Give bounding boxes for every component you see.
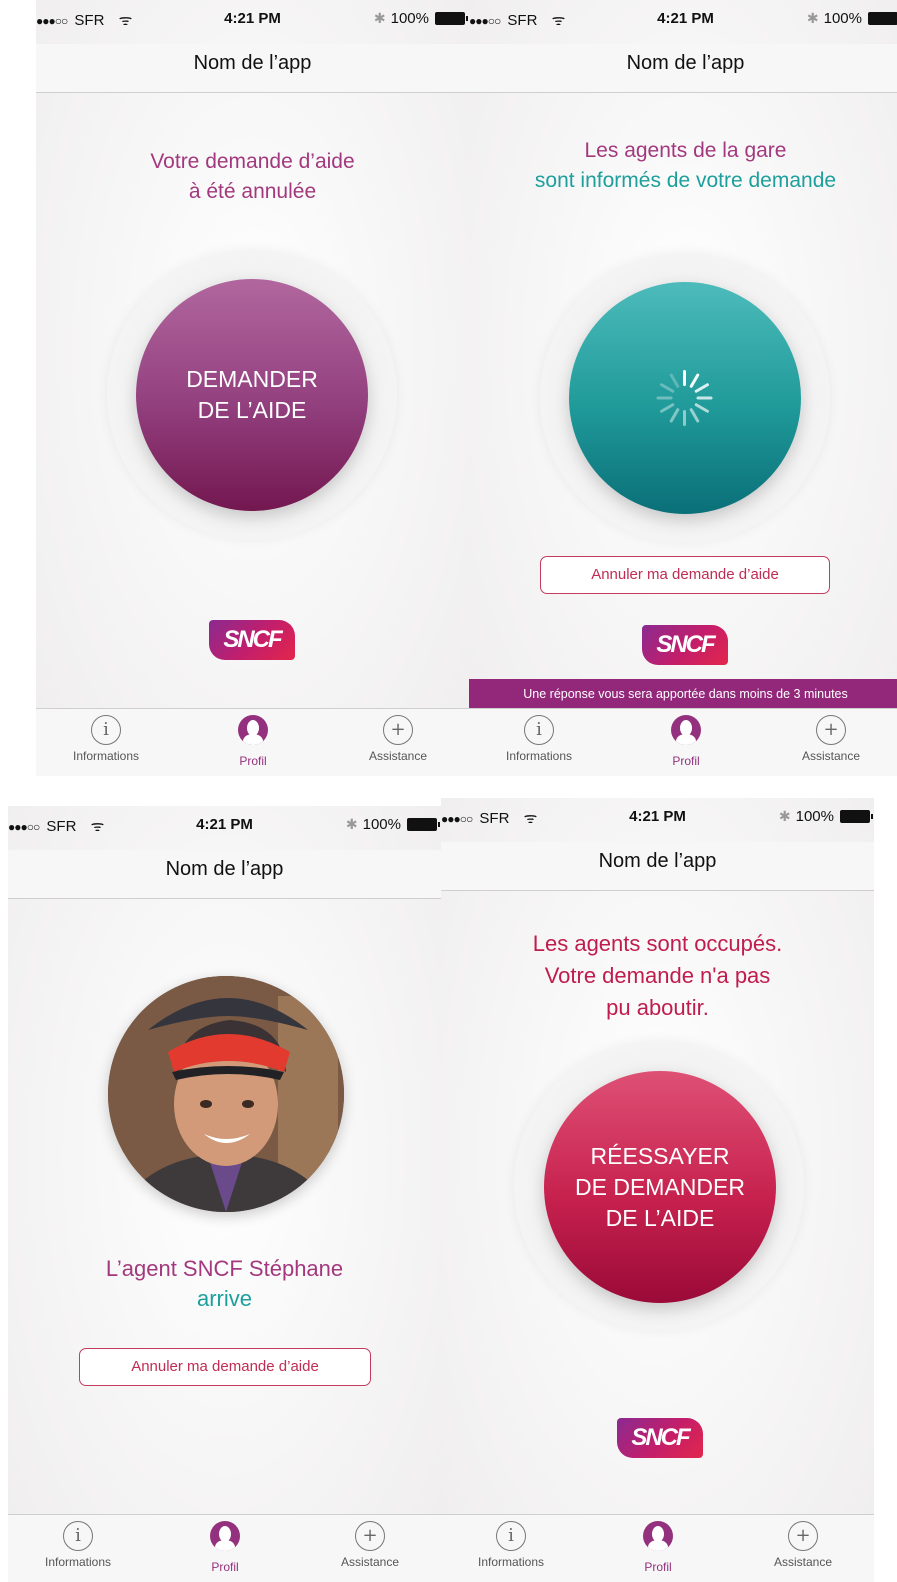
page-title: Nom de l’app [626,52,745,74]
sncf-logo: SNCF [617,1418,703,1458]
status-bar: ●●●○○ SFR ᯤ 4:21 PM ✱ 100% [36,0,469,44]
cancel-request-button[interactable]: Annuler ma demande d’aide [540,556,830,594]
battery-icon [407,818,440,831]
battery-percent: 100% [390,10,429,27]
status-message: Votre demande d’aide à été annulée [150,150,355,203]
nav-bar: Nom de l’app [469,44,897,93]
info-banner: Une réponse vous sera apportée dans moin… [469,679,897,709]
agent-portrait-icon [108,976,344,1212]
nav-bar: Nom de l’app [8,850,441,899]
profile-icon [210,1521,240,1551]
sncf-logo: SNCF [642,625,728,665]
screen-agent-arriving: ●●●○○ SFR ᯤ 4:21 PM ✱ 100% Nom de l’app [8,806,441,1582]
agent-photo [108,976,344,1212]
info-icon: i [524,715,554,745]
tab-assistance[interactable]: + Assistance [771,715,891,763]
page-title: Nom de l’app [165,858,284,880]
status-bar: ●●●○○ SFR ᯤ 4:21 PM ✱ 100% [441,798,874,842]
bluetooth-icon: ✱ [345,816,358,832]
tab-bar: i Informations Profil + Assistance [469,708,897,776]
bluetooth-icon: ✱ [806,10,819,26]
info-icon: i [63,1521,93,1551]
tab-informations[interactable]: i Informations [479,715,599,763]
page-title: Nom de l’app [598,850,717,872]
status-bar: ●●●○○ SFR ᯤ 4:21 PM ✱ 100% [469,0,897,44]
tab-assistance[interactable]: + Assistance [310,1521,430,1569]
profile-icon [238,715,268,745]
tab-bar: i Informations Profil + Assistance [8,1514,441,1582]
info-icon: i [91,715,121,745]
tab-assistance[interactable]: + Assistance [338,715,458,763]
battery-icon [435,12,468,25]
tab-assistance[interactable]: + Assistance [743,1521,863,1569]
battery-percent: 100% [823,10,862,27]
tab-profil[interactable]: Profil [626,715,746,768]
tab-profil[interactable]: Profil [598,1521,718,1574]
battery-icon [868,12,897,25]
bluetooth-icon: ✱ [778,808,791,824]
status-message: Les agents sont occupés. Votre demande n… [532,931,783,1020]
battery-icon [840,810,873,823]
cancel-request-button[interactable]: Annuler ma demande d’aide [79,1348,371,1386]
plus-icon: + [383,715,413,745]
status-bar: ●●●○○ SFR ᯤ 4:21 PM ✱ 100% [8,806,441,850]
tab-profil[interactable]: Profil [165,1521,285,1574]
tab-informations[interactable]: i Informations [451,1521,571,1569]
screen-agents-busy: ●●●○○ SFR ᯤ 4:21 PM ✱ 100% Nom de l’app … [441,798,874,1582]
status-message: Les agents de la gare sont informés de v… [534,139,837,192]
waiting-button [569,282,801,514]
info-icon: i [496,1521,526,1551]
nav-bar: Nom de l’app [36,44,469,93]
request-help-button[interactable]: DEMANDER DE L’AIDE [136,279,368,511]
screen-request-cancelled: ●●●○○ SFR ᯤ 4:21 PM ✱ 100% Nom de l’app … [36,0,469,776]
sncf-logo: SNCF [209,620,295,660]
bluetooth-icon: ✱ [373,10,386,26]
tab-profil[interactable]: Profil [193,715,313,768]
profile-icon [671,715,701,745]
tab-informations[interactable]: i Informations [46,715,166,763]
status-message: L’agent SNCF Stéphane arrive [105,1256,344,1311]
tab-bar: i Informations Profil + Assistance [36,708,469,776]
battery-percent: 100% [362,816,401,833]
battery-percent: 100% [795,808,834,825]
page-title: Nom de l’app [193,52,312,74]
plus-icon: + [355,1521,385,1551]
spinner-icon [655,368,715,428]
plus-icon: + [816,715,846,745]
screen-agents-informed: ●●●○○ SFR ᯤ 4:21 PM ✱ 100% Nom de l’app … [469,0,897,776]
plus-icon: + [788,1521,818,1551]
nav-bar: Nom de l’app [441,842,874,891]
profile-icon [643,1521,673,1551]
retry-request-button[interactable]: RÉESSAYER DE DEMANDER DE L’AIDE [544,1071,776,1303]
tab-informations[interactable]: i Informations [18,1521,138,1569]
tab-bar: i Informations Profil + Assistance [441,1514,874,1582]
